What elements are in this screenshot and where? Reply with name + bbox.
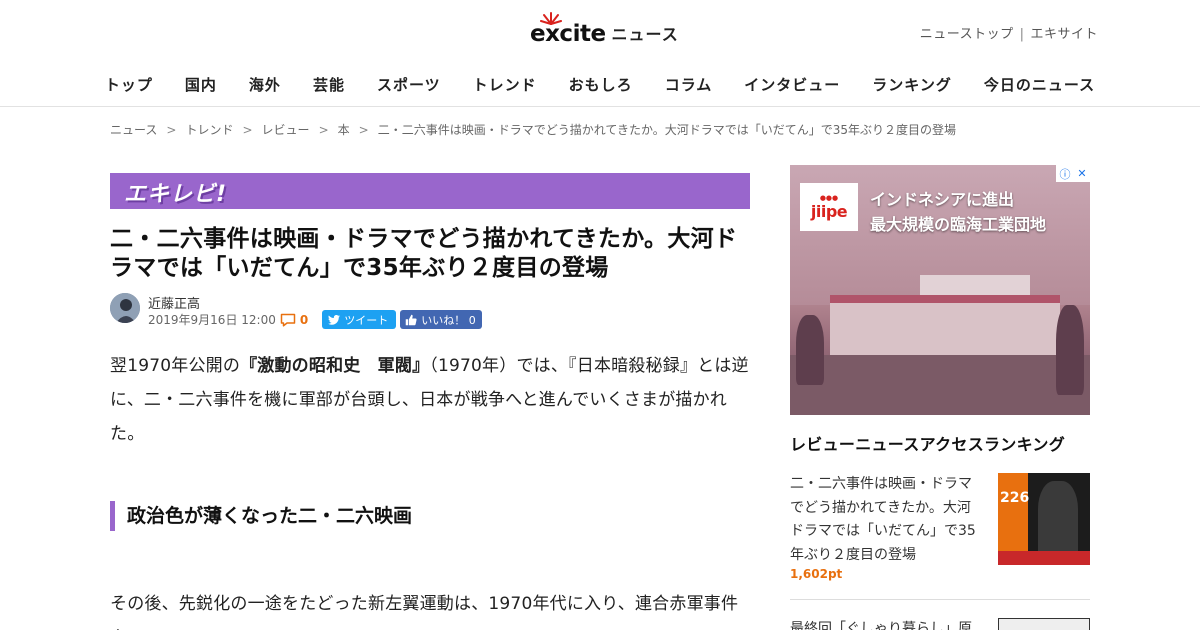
global-nav: トップ 国内 海外 芸能 スポーツ トレンド おもしろ コラム インタビュー ラ… <box>0 74 1200 95</box>
excite-logo: excite <box>530 12 606 46</box>
para1-pre: 翌1970年公開の <box>110 356 241 376</box>
ranking-item[interactable]: 二・二六事件は映画・ドラマでどう描かれてきたか。大河ドラマでは「いだてん」で35… <box>790 473 1090 600</box>
twitter-bird-icon <box>328 314 341 325</box>
breadcrumb: ニュース > トレンド > レビュー > 本 > 二・二六事件は映画・ドラマでどう描かれてきたか… <box>110 121 956 138</box>
comment-icon <box>280 313 296 327</box>
author-avatar[interactable] <box>110 293 140 323</box>
ad-info-icon[interactable]: ⓘ <box>1059 166 1070 182</box>
ad-tree <box>1056 305 1084 395</box>
nav-item-ranking[interactable]: ランキング <box>856 74 968 95</box>
ad-copy-line2: 最大規模の臨海工業団地 <box>870 215 1047 234</box>
nav-item-domestic[interactable]: 国内 <box>169 74 233 95</box>
banner-text: エキレビ! <box>124 182 228 207</box>
breadcrumb-separator: > <box>242 123 253 137</box>
ranking-item-points: 1,602pt <box>790 567 843 581</box>
top-link-separator: | <box>1019 27 1025 42</box>
logo-sub-text: ニュース <box>611 25 679 44</box>
like-label: いいね！ 0 <box>421 313 476 327</box>
thumb-number-226: 226 <box>1000 490 1030 506</box>
breadcrumb-trend[interactable]: トレンド <box>185 123 233 137</box>
sidebar: ●●● jiipe インドネシアに進出 最大規模の臨海工業団地 ⓘ ✕ レビュー… <box>790 165 1090 630</box>
article-title: 二・二六事件は映画・ドラマでどう描かれてきたか。大河ドラマでは「いだてん」で35… <box>110 226 738 281</box>
ranking-title: レビューニュースアクセスランキング <box>790 435 1066 454</box>
breadcrumb-separator: > <box>358 123 369 137</box>
top-link-excite[interactable]: エキサイト <box>1030 27 1098 42</box>
thumb-red-band <box>998 551 1090 565</box>
ad-choices[interactable]: ⓘ ✕ <box>1056 165 1090 182</box>
article-paragraph: 翌1970年公開の『激動の昭和史 軍閥』（1970年）では、『日本暗殺秘録』とは… <box>110 349 750 451</box>
breadcrumb-separator: > <box>318 123 329 137</box>
breadcrumb-review[interactable]: レビュー <box>262 123 310 137</box>
nav-item-trend[interactable]: トレンド <box>457 74 553 95</box>
date-and-share: 2019年9月16日 12:00 0 ツイート いいね！ 0 <box>148 310 482 329</box>
nav-item-today[interactable]: 今日のニュース <box>968 74 1111 95</box>
tweet-label: ツイート <box>344 313 389 327</box>
exciteleview-banner[interactable]: エキレビ! <box>110 173 750 209</box>
breadcrumb-news[interactable]: ニュース <box>110 123 157 137</box>
avatar-photo-icon <box>110 293 140 323</box>
top-link-news-top[interactable]: ニューストップ <box>920 27 1014 42</box>
comment-count: 0 <box>299 312 309 327</box>
thumbs-up-icon <box>405 314 417 325</box>
sidebar-ad[interactable]: ●●● jiipe インドネシアに進出 最大規模の臨海工業団地 ⓘ ✕ <box>790 165 1090 415</box>
ranking-item-title[interactable]: 二・二六事件は映画・ドラマでどう描かれてきたか。大河ドラマでは「いだてん」で35… <box>790 473 982 567</box>
logo-burst-icon <box>540 12 562 25</box>
nav-item-overseas[interactable]: 海外 <box>233 74 297 95</box>
nav-item-top[interactable]: トップ <box>89 74 169 95</box>
ad-copy-line1: インドネシアに進出 <box>870 190 1015 209</box>
ranking-item-thumbnail[interactable]: 226 <box>998 473 1090 565</box>
ad-copy: インドネシアに進出 最大規模の臨海工業団地 <box>870 187 1046 237</box>
breadcrumb-separator: > <box>166 123 177 137</box>
facebook-like-button[interactable]: いいね！ 0 <box>400 310 482 329</box>
ad-logo-dots: ●●● <box>819 193 839 202</box>
nav-item-sports[interactable]: スポーツ <box>361 74 457 95</box>
nav-item-column[interactable]: コラム <box>649 74 729 95</box>
site-header: excite ニュース ニューストップ | エキサイト トップ 国内 海外 芸能 ス… <box>0 0 1200 107</box>
article-meta: 近藤正高 2019年9月16日 12:00 0 ツイート いいね！ 0 <box>110 293 750 329</box>
ranking-item[interactable]: 最終回「ぐしゃり暮らし」原 <box>790 618 1090 630</box>
nav-item-funny[interactable]: おもしろ <box>553 74 649 95</box>
ranking-item-thumbnail[interactable] <box>998 618 1090 630</box>
film-title-bold: 『激動の昭和史 軍閥』 <box>240 356 430 376</box>
ad-tree <box>796 315 824 385</box>
tweet-button[interactable]: ツイート <box>322 310 397 329</box>
ad-close-icon[interactable]: ✕ <box>1077 167 1086 180</box>
ad-logo-text: jiipe <box>810 201 848 221</box>
site-logo[interactable]: excite ニュース <box>530 12 679 46</box>
top-links: ニューストップ | エキサイト <box>920 23 1098 42</box>
publish-date: 2019年9月16日 12:00 <box>148 313 276 327</box>
thumb-figure <box>1038 481 1078 551</box>
section-heading: 政治色が薄くなった二・二六映画 <box>110 501 750 531</box>
nav-item-interview[interactable]: インタビュー <box>728 74 856 95</box>
breadcrumb-book[interactable]: 本 <box>338 123 350 137</box>
nav-item-entertainment[interactable]: 芸能 <box>297 74 361 95</box>
article-paragraph-2: その後、先鋭化の一途をたどった新左翼運動は、1970年代に入り、連合赤軍事件や <box>110 594 739 630</box>
article: エキレビ! 二・二六事件は映画・ドラマでどう描かれてきたか。大河ドラマでは「いだ… <box>110 173 750 630</box>
breadcrumb-current: 二・二六事件は映画・ドラマでどう描かれてきたか。大河ドラマでは「いだてん」で35… <box>377 123 957 137</box>
ad-ground <box>790 355 1090 415</box>
ad-building <box>830 295 1060 355</box>
comment-link[interactable]: 0 <box>280 313 308 327</box>
ad-logo: ●●● jiipe <box>800 183 858 231</box>
